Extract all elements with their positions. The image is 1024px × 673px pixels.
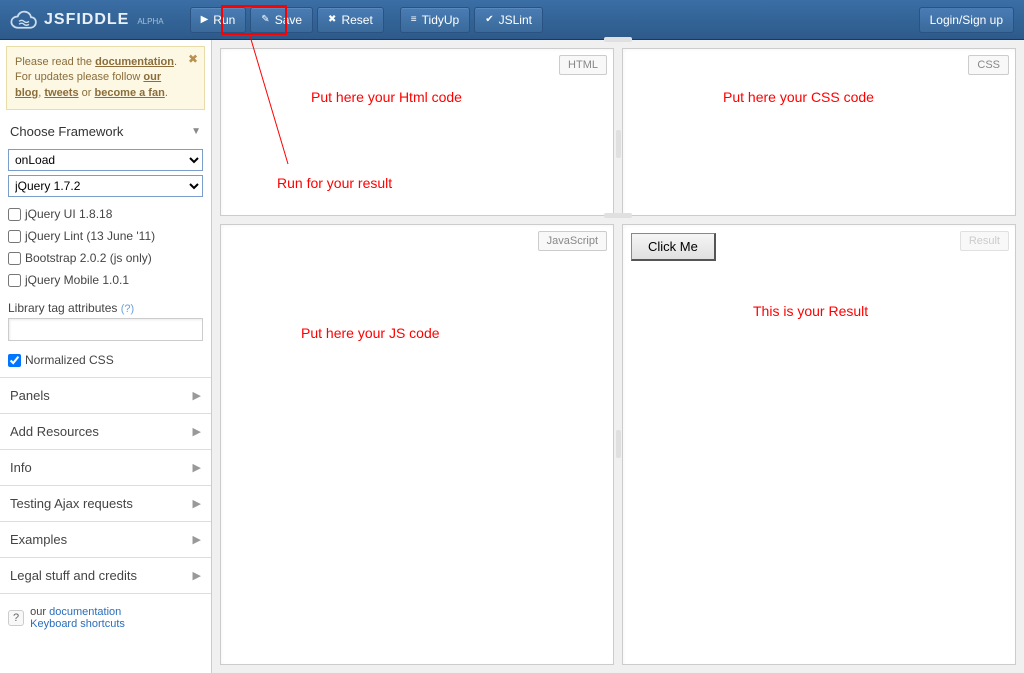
normalized-css-checkbox[interactable] — [8, 354, 21, 367]
checkbox[interactable] — [8, 208, 21, 221]
accordion-resources[interactable]: Add Resources▶ — [0, 413, 211, 449]
notice-box: ✖ Please read the documentation. For upd… — [6, 46, 205, 110]
checkbox[interactable] — [8, 230, 21, 243]
editor-grid: HTML Put here your Html code Run for you… — [212, 40, 1024, 673]
css-panel-label: CSS — [968, 55, 1009, 75]
annotation-css: Put here your CSS code — [723, 89, 874, 105]
run-button[interactable]: ▶Run — [190, 7, 247, 33]
brand-logo: JSFIDDLE ALPHA — [10, 10, 164, 30]
library-checks: jQuery UI 1.8.18 jQuery Lint (13 June '1… — [0, 199, 211, 299]
html-panel[interactable]: HTML Put here your Html code Run for you… — [220, 48, 614, 216]
chevron-right-icon: ▶ — [193, 569, 201, 582]
chevron-right-icon: ▶ — [193, 497, 201, 510]
login-button[interactable]: Login/Sign up — [919, 7, 1014, 33]
lib-attr-section: Library tag attributes (?) — [0, 299, 211, 349]
x-icon: ✖ — [328, 14, 336, 25]
checkbox[interactable] — [8, 274, 21, 287]
tweets-link[interactable]: tweets — [44, 87, 78, 99]
check-item[interactable]: jQuery Lint (13 June '11) — [8, 225, 203, 247]
close-icon[interactable]: ✖ — [188, 51, 198, 68]
accordion-legal[interactable]: Legal stuff and credits▶ — [0, 557, 211, 593]
brand-sub: ALPHA — [137, 17, 163, 26]
annotation-html: Put here your Html code — [311, 89, 462, 105]
lib-attr-input[interactable] — [8, 318, 203, 341]
check-item[interactable]: jQuery Mobile 1.0.1 — [8, 269, 203, 291]
chevron-right-icon: ▶ — [193, 425, 201, 438]
keyboard-shortcuts-link[interactable]: Keyboard shortcuts — [30, 618, 125, 630]
framework-title[interactable]: Choose Framework ▼ — [0, 116, 211, 147]
drag-handle-top[interactable] — [604, 37, 632, 42]
accordion-panels[interactable]: Panels▶ — [0, 377, 211, 413]
pencil-icon: ✎ — [261, 14, 269, 25]
css-panel[interactable]: CSS Put here your CSS code — [622, 48, 1016, 216]
framework-select[interactable]: jQuery 1.7.2 — [8, 175, 203, 197]
check-item[interactable]: jQuery UI 1.8.18 — [8, 203, 203, 225]
checkbox[interactable] — [8, 252, 21, 265]
accordion-ajax[interactable]: Testing Ajax requests▶ — [0, 485, 211, 521]
toolbar: ▶Run ✎Save ✖Reset — [190, 7, 384, 33]
help-key-icon[interactable]: ? — [8, 610, 24, 626]
js-panel[interactable]: JavaScript Put here your JS code — [220, 224, 614, 665]
fan-link[interactable]: become a fan — [95, 87, 165, 99]
chevron-right-icon: ▶ — [193, 389, 201, 402]
load-select[interactable]: onLoad — [8, 149, 203, 171]
result-panel: Result Click Me This is your Result — [622, 224, 1016, 665]
drag-handle-mid[interactable] — [604, 213, 632, 218]
annotation-result: This is your Result — [753, 303, 868, 319]
brand-text: JSFIDDLE — [44, 11, 129, 29]
result-demo-button[interactable]: Click Me — [631, 233, 716, 261]
js-panel-label: JavaScript — [538, 231, 607, 251]
chevron-down-icon: ▼ — [191, 126, 201, 137]
drag-handle-vert-top[interactable] — [616, 130, 621, 158]
reset-button[interactable]: ✖Reset — [317, 7, 384, 33]
documentation-link[interactable]: documentation — [95, 56, 174, 68]
drag-handle-vert-bottom[interactable] — [616, 430, 621, 458]
result-panel-label: Result — [960, 231, 1009, 251]
chevron-right-icon: ▶ — [193, 461, 201, 474]
help-icon[interactable]: (?) — [121, 303, 134, 315]
jslint-button[interactable]: ✔JSLint — [474, 7, 543, 33]
annotation-js: Put here your JS code — [301, 325, 440, 341]
play-icon: ▶ — [201, 14, 209, 25]
cloud-icon — [10, 10, 38, 30]
normalized-css-row[interactable]: Normalized CSS — [0, 349, 211, 377]
html-panel-label: HTML — [559, 55, 607, 75]
save-button[interactable]: ✎Save — [250, 7, 313, 33]
lib-attr-label: Library tag attributes (?) — [8, 301, 134, 315]
align-icon: ≡ — [411, 14, 417, 25]
annotation-run: Run for your result — [277, 175, 392, 191]
app-header: JSFIDDLE ALPHA ▶Run ✎Save ✖Reset ≡TidyUp… — [0, 0, 1024, 40]
sidebar-footer: ? our documentation Keyboard shortcuts — [0, 593, 211, 642]
footer-doc-link[interactable]: documentation — [49, 606, 121, 618]
sidebar: ✖ Please read the documentation. For upd… — [0, 40, 212, 673]
accordion-examples[interactable]: Examples▶ — [0, 521, 211, 557]
check-icon: ✔ — [485, 14, 493, 25]
accordion-info[interactable]: Info▶ — [0, 449, 211, 485]
tidyup-button[interactable]: ≡TidyUp — [400, 7, 470, 33]
toolbar-secondary: ≡TidyUp ✔JSLint — [400, 7, 543, 33]
chevron-right-icon: ▶ — [193, 533, 201, 546]
check-item[interactable]: Bootstrap 2.0.2 (js only) — [8, 247, 203, 269]
